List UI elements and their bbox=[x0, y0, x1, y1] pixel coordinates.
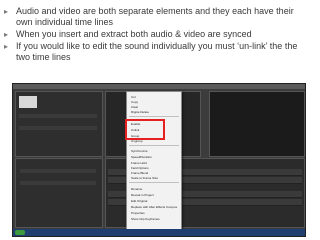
menu-item-reveal-in-project[interactable]: Reveal in Project bbox=[131, 193, 177, 197]
bullet-list: ▸ Audio and video are both separate elem… bbox=[4, 6, 304, 64]
project-row[interactable] bbox=[19, 126, 97, 130]
menu-item-scale-to-frame[interactable]: Scale to Frame Size bbox=[131, 176, 177, 180]
project-panel bbox=[15, 91, 103, 157]
menu-item-speed-duration[interactable]: Speed/Duration bbox=[131, 155, 177, 159]
menu-item-copy[interactable]: Copy bbox=[131, 100, 177, 104]
unlink-highlight-box bbox=[125, 119, 165, 140]
bullet-arrow-icon: ▸ bbox=[4, 42, 9, 51]
menu-item-replace-with-ae[interactable]: Replace with After Effects Composition bbox=[131, 205, 177, 209]
menu-separator bbox=[129, 116, 179, 117]
menu-item-properties[interactable]: Properties bbox=[131, 211, 177, 215]
menu-separator bbox=[129, 145, 179, 146]
taskbar bbox=[13, 229, 305, 236]
project-row[interactable] bbox=[19, 132, 97, 136]
context-menu: Cut Copy Clear Ripple Delete Enable Unli… bbox=[126, 91, 182, 235]
project-row[interactable] bbox=[19, 114, 97, 118]
menu-item-frame-blend[interactable]: Frame Blend bbox=[131, 171, 177, 175]
folder-item[interactable] bbox=[20, 169, 96, 173]
menu-bar bbox=[13, 84, 305, 89]
folder-item[interactable] bbox=[20, 175, 96, 179]
project-thumbnail bbox=[19, 96, 37, 108]
bullet-item: ▸ If you would like to edit the sound in… bbox=[4, 41, 304, 63]
folder-item[interactable] bbox=[20, 163, 96, 167]
bullet-item: ▸ When you insert and extract both audio… bbox=[4, 29, 304, 40]
folder-item[interactable] bbox=[20, 181, 96, 185]
menu-item-edit-original[interactable]: Edit Original bbox=[131, 199, 177, 203]
bullet-text: When you insert and extract both audio &… bbox=[16, 29, 252, 39]
program-monitor bbox=[209, 91, 305, 157]
menu-separator bbox=[129, 182, 179, 183]
project-row[interactable] bbox=[19, 120, 97, 124]
bullet-arrow-icon: ▸ bbox=[4, 7, 9, 16]
bullet-text: If you would like to edit the sound indi… bbox=[16, 41, 298, 62]
editor-screenshot: Cut Copy Clear Ripple Delete Enable Unli… bbox=[12, 83, 306, 237]
effects-panel bbox=[15, 158, 103, 228]
menu-item-synchronize[interactable]: Synchronize bbox=[131, 149, 177, 153]
menu-item-clear[interactable]: Clear bbox=[131, 105, 177, 109]
menu-item-rename[interactable]: Rename bbox=[131, 187, 177, 191]
start-button[interactable] bbox=[15, 230, 25, 235]
menu-item-ripple-delete[interactable]: Ripple Delete bbox=[131, 110, 177, 114]
bullet-arrow-icon: ▸ bbox=[4, 30, 9, 39]
bullet-item: ▸ Audio and video are both separate elem… bbox=[4, 6, 304, 28]
menu-item-field-options[interactable]: Field Options bbox=[131, 166, 177, 170]
bullet-text: Audio and video are both separate elemen… bbox=[16, 6, 294, 27]
menu-item-cut[interactable]: Cut bbox=[131, 95, 177, 99]
menu-item-show-keyframes[interactable]: Show Clip Keyframes bbox=[131, 217, 177, 221]
menu-item-frame-hold[interactable]: Frame Hold bbox=[131, 161, 177, 165]
folder-item[interactable] bbox=[20, 187, 96, 191]
